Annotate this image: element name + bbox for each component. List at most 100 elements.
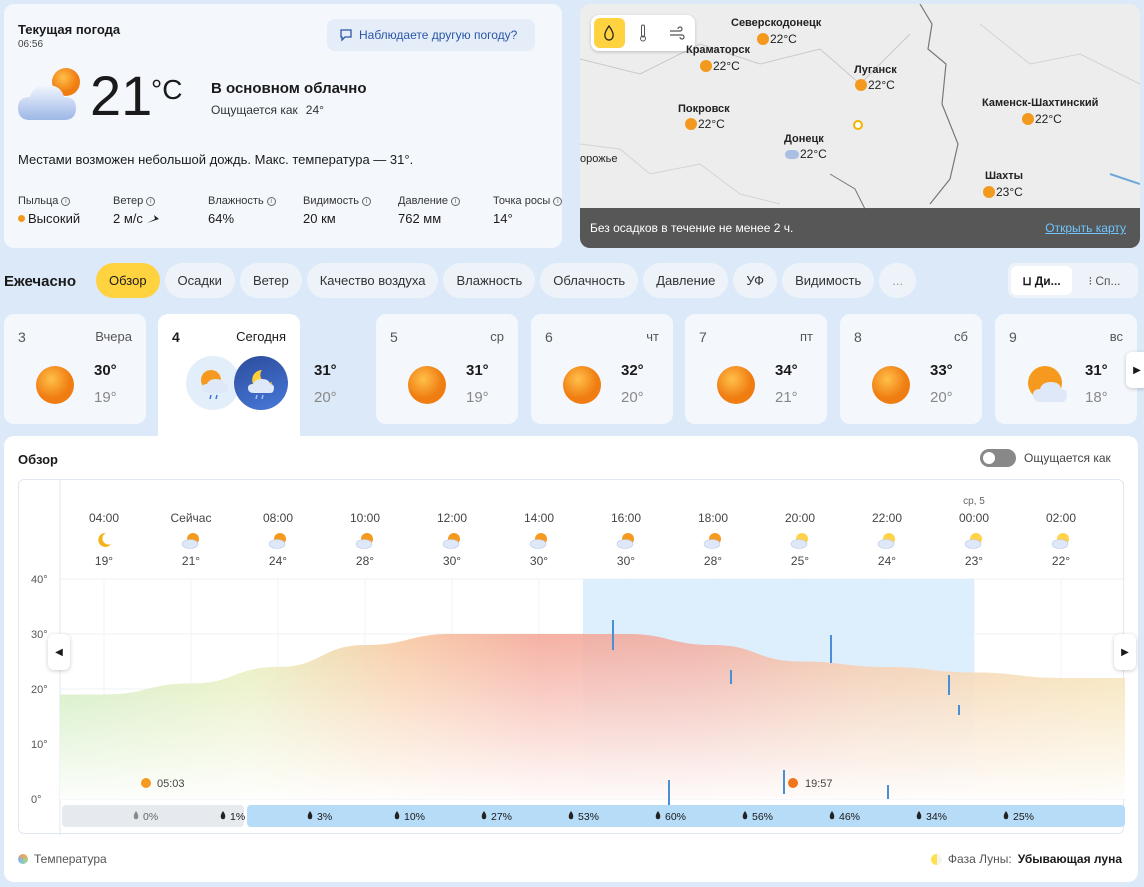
sun-icon (717, 366, 755, 404)
day-min-temp: 21° (775, 389, 798, 406)
tab-wind[interactable]: Ветер (239, 263, 302, 298)
hour-temp: 28° (356, 554, 374, 568)
diagram-view-button[interactable]: ⊔ Ди... (1011, 266, 1072, 295)
day-max-temp: 30° (94, 362, 117, 379)
list-view-button[interactable]: ⁝ Сп... (1074, 266, 1135, 295)
day-card[interactable]: 5 ср 31° 19° (376, 314, 518, 424)
precip-prob-label: 1% (230, 811, 245, 823)
diagram-view-label: Ди... (1034, 273, 1061, 288)
stat-dew-point: Точка росы i 14° (493, 195, 588, 226)
temperature-layer-button[interactable] (628, 18, 659, 48)
info-icon[interactable]: i (146, 196, 156, 206)
tab-humidity[interactable]: Влажность (443, 263, 536, 298)
night-cloudy-rain-icon (248, 370, 274, 400)
map-temp-value: 22°C (698, 117, 725, 131)
tab-air-quality[interactable]: Качество воздуха (306, 263, 439, 298)
hourly-tabs: Обзор Осадки Ветер Качество воздуха Влаж… (96, 263, 917, 298)
chart-next-button[interactable]: ▶ (1114, 634, 1136, 670)
hour-label: Сейчас (171, 511, 212, 525)
day-min-temp: 18° (1085, 389, 1108, 406)
wind-direction-icon (146, 214, 159, 223)
tab-overview[interactable]: Обзор (96, 263, 160, 298)
day-min-temp: 20° (621, 389, 644, 406)
current-condition: В основном облачно (211, 80, 367, 97)
hour-temp: 28° (704, 554, 722, 568)
stat-label: Видимость (303, 195, 359, 207)
sun-icon (855, 79, 867, 91)
feels-like-value: 24° (305, 103, 324, 117)
chart-prev-button[interactable]: ◀ (48, 634, 70, 670)
partly-cloudy-icon (181, 533, 199, 549)
map-city-name: орожье (580, 153, 618, 165)
sun-icon (36, 366, 74, 404)
day-card[interactable]: 8 сб 33° 20° (840, 314, 982, 424)
hourly-chart-frame: 40° 30° 20° 10° 0° 04:00 19° Сейчас 21° 08:00 24° 1… (18, 479, 1125, 835)
info-icon[interactable]: i (266, 196, 276, 206)
toggle-switch[interactable] (980, 449, 1016, 467)
pollen-level-dot (18, 215, 25, 222)
night-cloudy-rain-icon (1051, 533, 1069, 549)
day-card[interactable]: 7 пт 34° 21° (685, 314, 827, 424)
hour-label: 18:00 (698, 511, 728, 525)
info-icon[interactable]: i (61, 196, 71, 206)
sun-icon (700, 60, 712, 72)
sun-icon (408, 366, 446, 404)
hour-temp: 24° (269, 554, 287, 568)
chat-icon (340, 29, 352, 42)
y-tick-label: 10° (31, 739, 48, 751)
day-card-today[interactable]: 4 Сегодня 31° 20° (158, 314, 337, 444)
stat-visibility: Видимость i 20 км (303, 195, 398, 226)
stat-label: Влажность (208, 195, 264, 207)
stat-value: 14° (493, 211, 513, 226)
next-days-button[interactable]: ▶ (1126, 352, 1144, 388)
map-city-temp: 22°C (685, 117, 725, 131)
tab-pressure[interactable]: Давление (643, 263, 729, 298)
info-icon[interactable]: i (451, 196, 461, 206)
day-min-temp: 19° (466, 389, 489, 406)
sun-icon (983, 186, 995, 198)
day-name: пт (800, 329, 813, 344)
tab-uv[interactable]: УФ (733, 263, 778, 298)
stat-pollen: Пыльца i Высокий (18, 195, 113, 226)
report-weather-button[interactable]: Наблюдаете другую погоду? (327, 19, 535, 51)
map-city-name: Шахты (985, 170, 1024, 182)
day-name: Вчера (95, 329, 132, 344)
precip-prob-label: 53% (578, 811, 599, 823)
map-city-temp: 22°C (700, 59, 740, 73)
partly-cloudy-icon (616, 533, 634, 549)
day-card[interactable]: 3 Вчера 30° 19° (4, 314, 146, 424)
precip-layer-button[interactable] (594, 18, 625, 48)
partly-cloudy-rain-icon (201, 370, 228, 400)
hour-temp: 30° (443, 554, 461, 568)
day-card[interactable]: 6 чт 32° 20° (531, 314, 673, 424)
info-icon[interactable]: i (553, 196, 563, 206)
y-tick-label: 0° (31, 794, 42, 806)
hour-label: 10:00 (350, 511, 380, 525)
info-icon[interactable]: i (362, 196, 371, 206)
feels-like-toggle[interactable]: Ощущается как (980, 449, 1111, 467)
tab-visibility[interactable]: Видимость (782, 263, 875, 298)
precip-prob-label: 3% (317, 811, 332, 823)
map-city-temp: 22°C (785, 147, 827, 161)
day-number: 5 (390, 329, 398, 345)
day-min-temp: 20° (314, 389, 337, 406)
chart-legend: Температура (18, 852, 107, 866)
open-map-link[interactable]: Открыть карту (1045, 221, 1126, 235)
overview-title: Обзор (18, 452, 58, 467)
map-city-name: Луганск (854, 64, 897, 76)
tab-precipitation[interactable]: Осадки (164, 263, 235, 298)
tab-cloudiness[interactable]: Облачность (540, 263, 639, 298)
precip-prob-label: 10% (404, 811, 425, 823)
day-card[interactable]: 9 вс 31° 18° (995, 314, 1137, 424)
overview-panel: Обзор Ощущается как 40° 30° 20° 10° 0° 04:00 1… (4, 436, 1138, 882)
y-tick-label: 20° (31, 684, 48, 696)
tab-more[interactable]: ... (879, 263, 917, 298)
day-number: 7 (699, 329, 707, 345)
stat-value: 64% (208, 211, 235, 226)
day-name: Сегодня (236, 329, 286, 344)
day-min-temp: 20° (930, 389, 953, 406)
current-temperature: 21 (90, 64, 153, 127)
weather-map[interactable]: Северскодонецк 22°C Краматорск 22°C Луга… (580, 4, 1140, 248)
partly-cloudy-icon (529, 533, 547, 549)
day-min-temp: 19° (94, 389, 117, 406)
